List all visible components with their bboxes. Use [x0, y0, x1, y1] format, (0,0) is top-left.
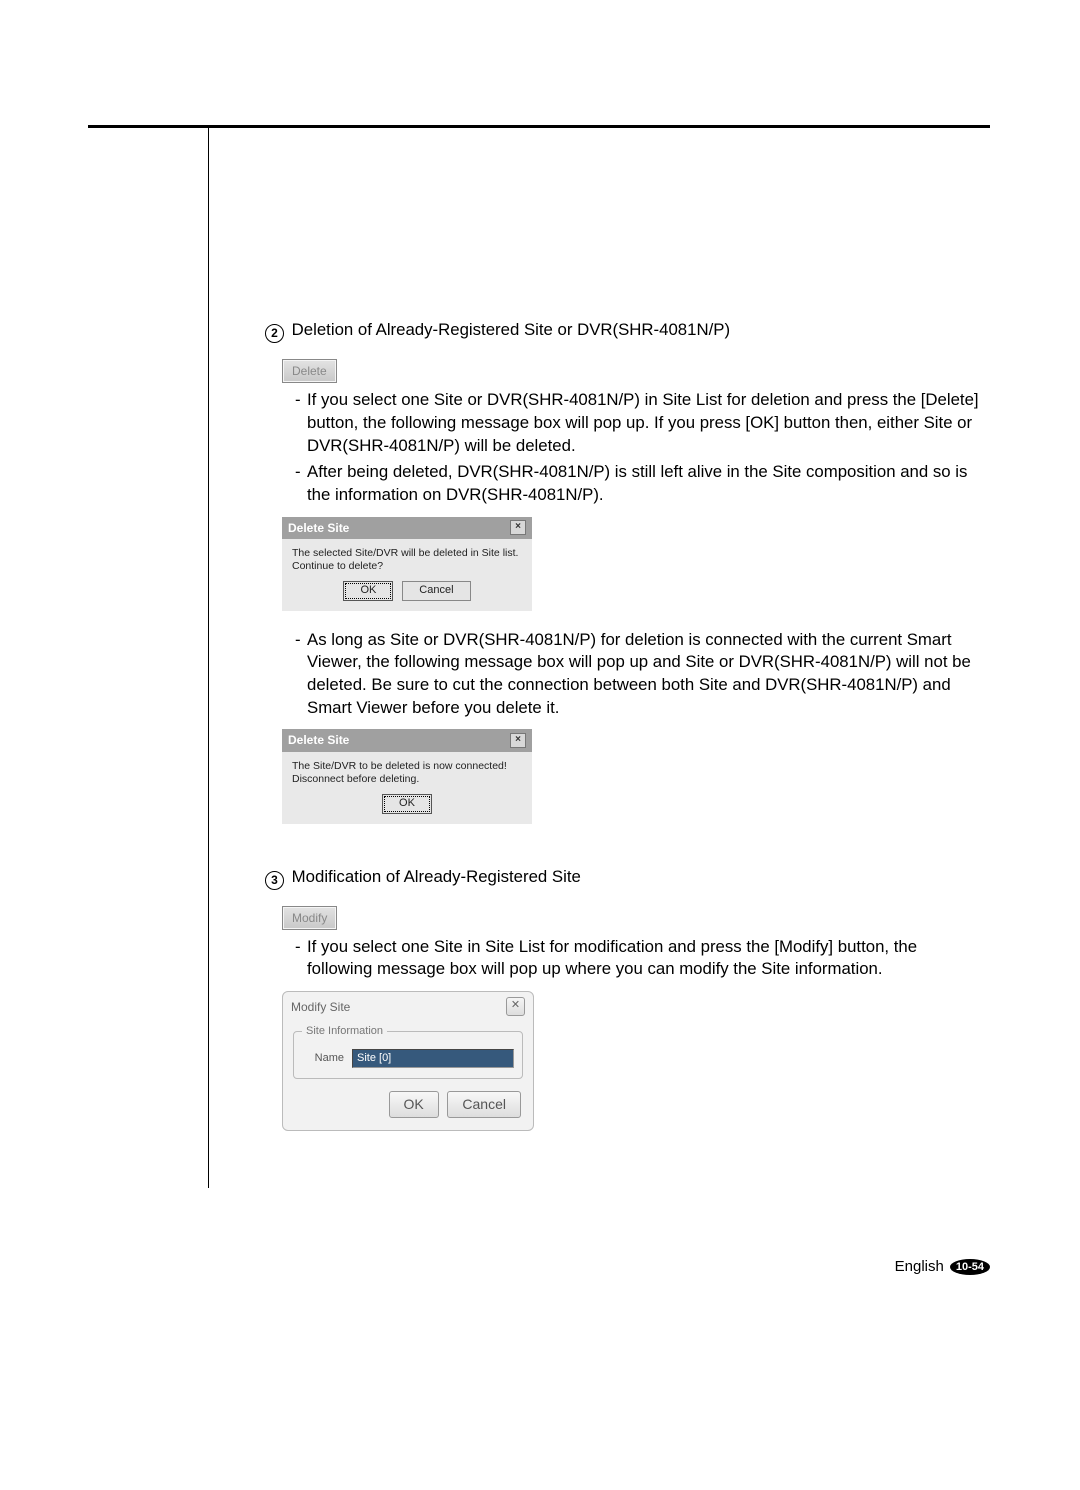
- circled-number-2: 2: [265, 324, 284, 343]
- ok-button[interactable]: OK: [343, 581, 393, 601]
- circled-number-3: 3: [265, 871, 284, 890]
- dialog-title-text: Delete Site: [288, 520, 349, 536]
- section-3-heading: 3 Modification of Already-Registered Sit…: [265, 866, 985, 890]
- page-footer: English 10-54: [895, 1258, 990, 1275]
- name-label: Name: [302, 1051, 344, 1066]
- name-field-row: Name Site [0]: [302, 1049, 514, 1068]
- spacer: [265, 842, 985, 866]
- bullet-text: If you select one Site in Site List for …: [307, 936, 985, 981]
- list-item: - If you select one Site or DVR(SHR-4081…: [295, 389, 985, 457]
- site-information-fieldset: Site Information Name Site [0]: [293, 1024, 523, 1079]
- list-item: - If you select one Site in Site List fo…: [295, 936, 985, 981]
- bullet-dash: -: [295, 936, 307, 981]
- bullet-text: As long as Site or DVR(SHR-4081N/P) for …: [307, 629, 985, 720]
- dialog-body: The selected Site/DVR will be deleted in…: [282, 539, 532, 611]
- dialog-title-text: Delete Site: [288, 732, 349, 748]
- dialog-message: The selected Site/DVR will be deleted in…: [292, 547, 522, 573]
- page-rule-top: [88, 125, 990, 128]
- dialog-button-row: OK Cancel: [283, 1087, 533, 1130]
- page-number-badge: 10-54: [950, 1259, 990, 1275]
- bullet-dash: -: [295, 629, 307, 720]
- dialog-body: The Site/DVR to be deleted is now connec…: [282, 752, 532, 824]
- bullet-text: After being deleted, DVR(SHR-4081N/P) is…: [307, 461, 985, 506]
- dialog-titlebar: Delete Site ×: [282, 729, 532, 751]
- dialog-button-row: OK: [292, 786, 522, 814]
- delete-site-dialog-confirm: Delete Site × The selected Site/DVR will…: [282, 517, 532, 611]
- main-content: 2 Deletion of Already-Registered Site or…: [265, 319, 985, 1149]
- section-3-bullets: - If you select one Site in Site List fo…: [265, 936, 985, 981]
- cancel-button[interactable]: Cancel: [447, 1091, 521, 1118]
- section-3-title: Modification of Already-Registered Site: [292, 867, 581, 886]
- name-input[interactable]: Site [0]: [352, 1049, 514, 1068]
- dialog-message: The Site/DVR to be deleted is now connec…: [292, 760, 522, 786]
- close-icon[interactable]: ×: [510, 520, 526, 535]
- dialog-titlebar: Delete Site ×: [282, 517, 532, 539]
- section-2-title: Deletion of Already-Registered Site or D…: [292, 320, 730, 339]
- section-2-heading: 2 Deletion of Already-Registered Site or…: [265, 319, 985, 343]
- close-icon[interactable]: ✕: [506, 997, 525, 1016]
- footer-language: English: [895, 1258, 944, 1275]
- fieldset-legend: Site Information: [302, 1024, 387, 1039]
- section-2-bullets-b: - As long as Site or DVR(SHR-4081N/P) fo…: [265, 629, 985, 720]
- dialog-title-text: Modify Site: [291, 999, 350, 1015]
- delete-site-dialog-connected: Delete Site × The Site/DVR to be deleted…: [282, 729, 532, 823]
- cancel-button[interactable]: Cancel: [402, 581, 470, 601]
- list-item: - After being deleted, DVR(SHR-4081N/P) …: [295, 461, 985, 506]
- dialog-titlebar: Modify Site ✕: [283, 992, 533, 1018]
- section-2-bullets-a: - If you select one Site or DVR(SHR-4081…: [265, 389, 985, 506]
- delete-button[interactable]: Delete: [282, 359, 337, 383]
- close-icon[interactable]: ×: [510, 733, 526, 748]
- bullet-dash: -: [295, 461, 307, 506]
- modify-site-dialog: Modify Site ✕ Site Information Name Site…: [282, 991, 534, 1131]
- left-column-divider: [88, 128, 209, 1188]
- bullet-text: If you select one Site or DVR(SHR-4081N/…: [307, 389, 985, 457]
- ok-button[interactable]: OK: [389, 1091, 439, 1118]
- modify-button[interactable]: Modify: [282, 906, 337, 930]
- dialog-button-row: OK Cancel: [292, 573, 522, 601]
- list-item: - As long as Site or DVR(SHR-4081N/P) fo…: [295, 629, 985, 720]
- bullet-dash: -: [295, 389, 307, 457]
- ok-button[interactable]: OK: [382, 794, 432, 814]
